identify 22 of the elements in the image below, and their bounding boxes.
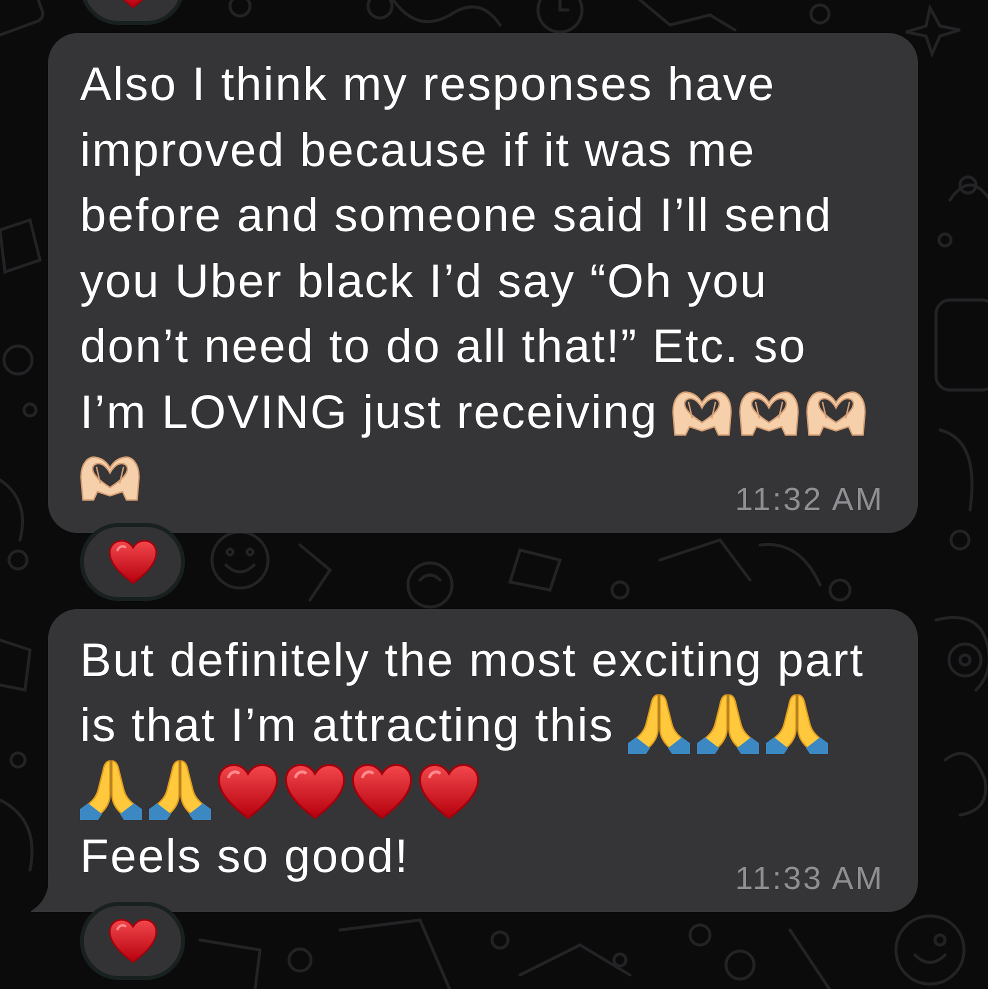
praying-hands-icon: [697, 694, 760, 754]
message-text: is that I’m attracting this: [80, 698, 614, 751]
heart-icon: [108, 918, 156, 962]
praying-hands-icon: [149, 760, 211, 820]
heart-icon: [419, 764, 479, 818]
heart-hands-icon: [739, 390, 800, 436]
message-text: I’m LOVING just receiving: [80, 384, 658, 438]
praying-hands-icon: [766, 694, 828, 754]
message-text: Also I think my responses have improved because if it was me before and someone said I’ll send you Uber black I’d say “Oh you don’t need to do all that!” Etc. so: [80, 57, 832, 372]
praying-hands-icon: [628, 694, 690, 754]
message-text: Feels so good!: [80, 829, 410, 882]
heart-icon: [352, 764, 412, 818]
heart-hands-icon: [672, 390, 732, 436]
message-time: 11:32 AM: [735, 480, 884, 516]
message-text: But definitely the most exciting part: [80, 632, 864, 686]
message-time: 11:33 AM: [735, 860, 884, 896]
heart-hands-icon: [80, 456, 140, 501]
heart-hands-icon: [806, 390, 866, 436]
praying-hands-icon: [80, 760, 142, 820]
heart-icon: [218, 764, 278, 818]
heart-icon: [108, 540, 156, 584]
heart-icon: [285, 764, 345, 818]
